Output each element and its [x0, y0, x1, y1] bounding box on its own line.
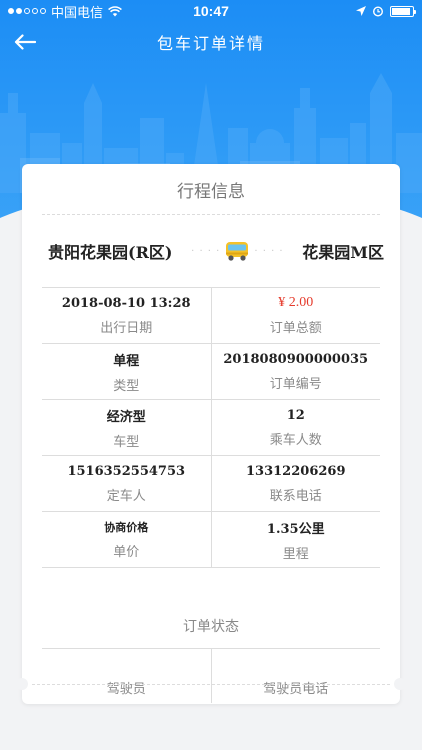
route-connector: · · · · · · · ·	[191, 240, 284, 262]
arrow-left-icon	[14, 34, 36, 50]
ticket-notch-left	[16, 678, 28, 690]
driver-grid: 驾驶员 驾驶员电话	[42, 648, 380, 703]
booker-label: 定车人	[106, 488, 146, 504]
travel-date-label: 出行日期	[100, 320, 153, 336]
detail-cell: 15163525547​53 定车人	[42, 456, 211, 511]
order-total-value: ¥ 2.00	[278, 295, 314, 310]
detail-cell: 驾驶员电话	[210, 649, 381, 703]
status-bar: 中国电信 10:47	[0, 0, 422, 22]
trip-type-label: 类型	[113, 378, 140, 394]
order-number-value: 2018080900000035	[223, 351, 369, 367]
page-title: 包车订单详情	[156, 34, 265, 53]
vehicle-type-value: 经济型	[106, 409, 146, 425]
order-total-label: 订单总额	[269, 321, 322, 336]
wifi-icon	[108, 5, 122, 16]
trip-type-value: 单程	[113, 353, 140, 369]
back-button[interactable]	[10, 29, 40, 55]
details-row: 2018-08-10 13:28 出行日期 ¥ 2.00 订单总额	[42, 288, 380, 344]
detail-cell: 单程 类型	[42, 344, 211, 399]
alarm-icon	[372, 6, 384, 17]
signal-strength-icon	[8, 8, 46, 14]
details-row: 15163525547​53 定车人 13312206269 联系电话	[42, 456, 380, 512]
order-status-title: 订单状态	[183, 619, 239, 635]
detail-cell: ¥ 2.00 订单总额	[210, 288, 381, 343]
route-summary: 贵阳花果园(R区) · · · · · · · · 花果园M区	[22, 215, 400, 287]
contact-phone-value: 13312206269	[246, 463, 346, 479]
driver-row: 驾驶员 驾驶员电话	[42, 649, 380, 703]
navigation-bar: 包车订单详情	[0, 22, 422, 62]
bus-icon	[226, 242, 249, 261]
distance-label: 里程	[282, 546, 309, 562]
detail-cell: 1.35公里 里程	[210, 512, 381, 567]
unit-price-value: 协商价格	[104, 521, 149, 534]
detail-cell: 13312206269 联系电话	[210, 456, 381, 511]
carrier-name: 中国电信	[51, 4, 104, 20]
contact-phone-label: 联系电话	[269, 488, 322, 504]
details-row: 协商价格 单价 1.35公里 里程	[42, 512, 380, 568]
order-number-label: 订单编号	[269, 376, 322, 392]
route-destination: 花果园M区	[302, 243, 384, 262]
route-origin: 贵阳花果园(R区)	[48, 243, 173, 262]
vehicle-type-label: 车型	[113, 434, 140, 450]
detail-cell: 驾驶员	[42, 649, 211, 703]
driver-label: 驾驶员	[106, 682, 146, 697]
detail-cell: 2018080900000035 订单编号	[210, 344, 381, 399]
passenger-count-value: 12	[286, 407, 305, 423]
detail-cell: 2018-08-10 13:28 出行日期	[42, 288, 211, 343]
detail-cell: 经济型 车型	[42, 400, 211, 455]
ticket-tear-line	[32, 684, 390, 685]
order-details-grid: 2018-08-10 13:28 出行日期 ¥ 2.00 订单总额 单程 类型 …	[42, 287, 380, 568]
unit-price-label: 单价	[113, 545, 140, 560]
details-row: 单程 类型 2018080900000035 订单编号	[42, 344, 380, 400]
booker-value: 15163525547​53	[67, 463, 186, 479]
trip-info-card: 行程信息 贵阳花果园(R区) · · · · · · · · 花果园M区 201…	[16, 164, 406, 704]
card-title: 行程信息	[177, 181, 245, 202]
battery-icon	[390, 5, 416, 17]
passenger-count-label: 乘车人数	[269, 432, 322, 448]
travel-date-value: 2018-08-10 13:28	[61, 295, 191, 311]
driver-phone-label: 驾驶员电话	[263, 682, 329, 697]
detail-cell: 12 乘车人数	[210, 400, 381, 455]
detail-cell: 协商价格 单价	[42, 512, 211, 567]
location-arrow-icon	[356, 6, 366, 16]
ticket-notch-right	[394, 678, 406, 690]
details-row: 经济型 车型 12 乘车人数	[42, 400, 380, 456]
distance-value: 1.35公里	[266, 521, 325, 537]
